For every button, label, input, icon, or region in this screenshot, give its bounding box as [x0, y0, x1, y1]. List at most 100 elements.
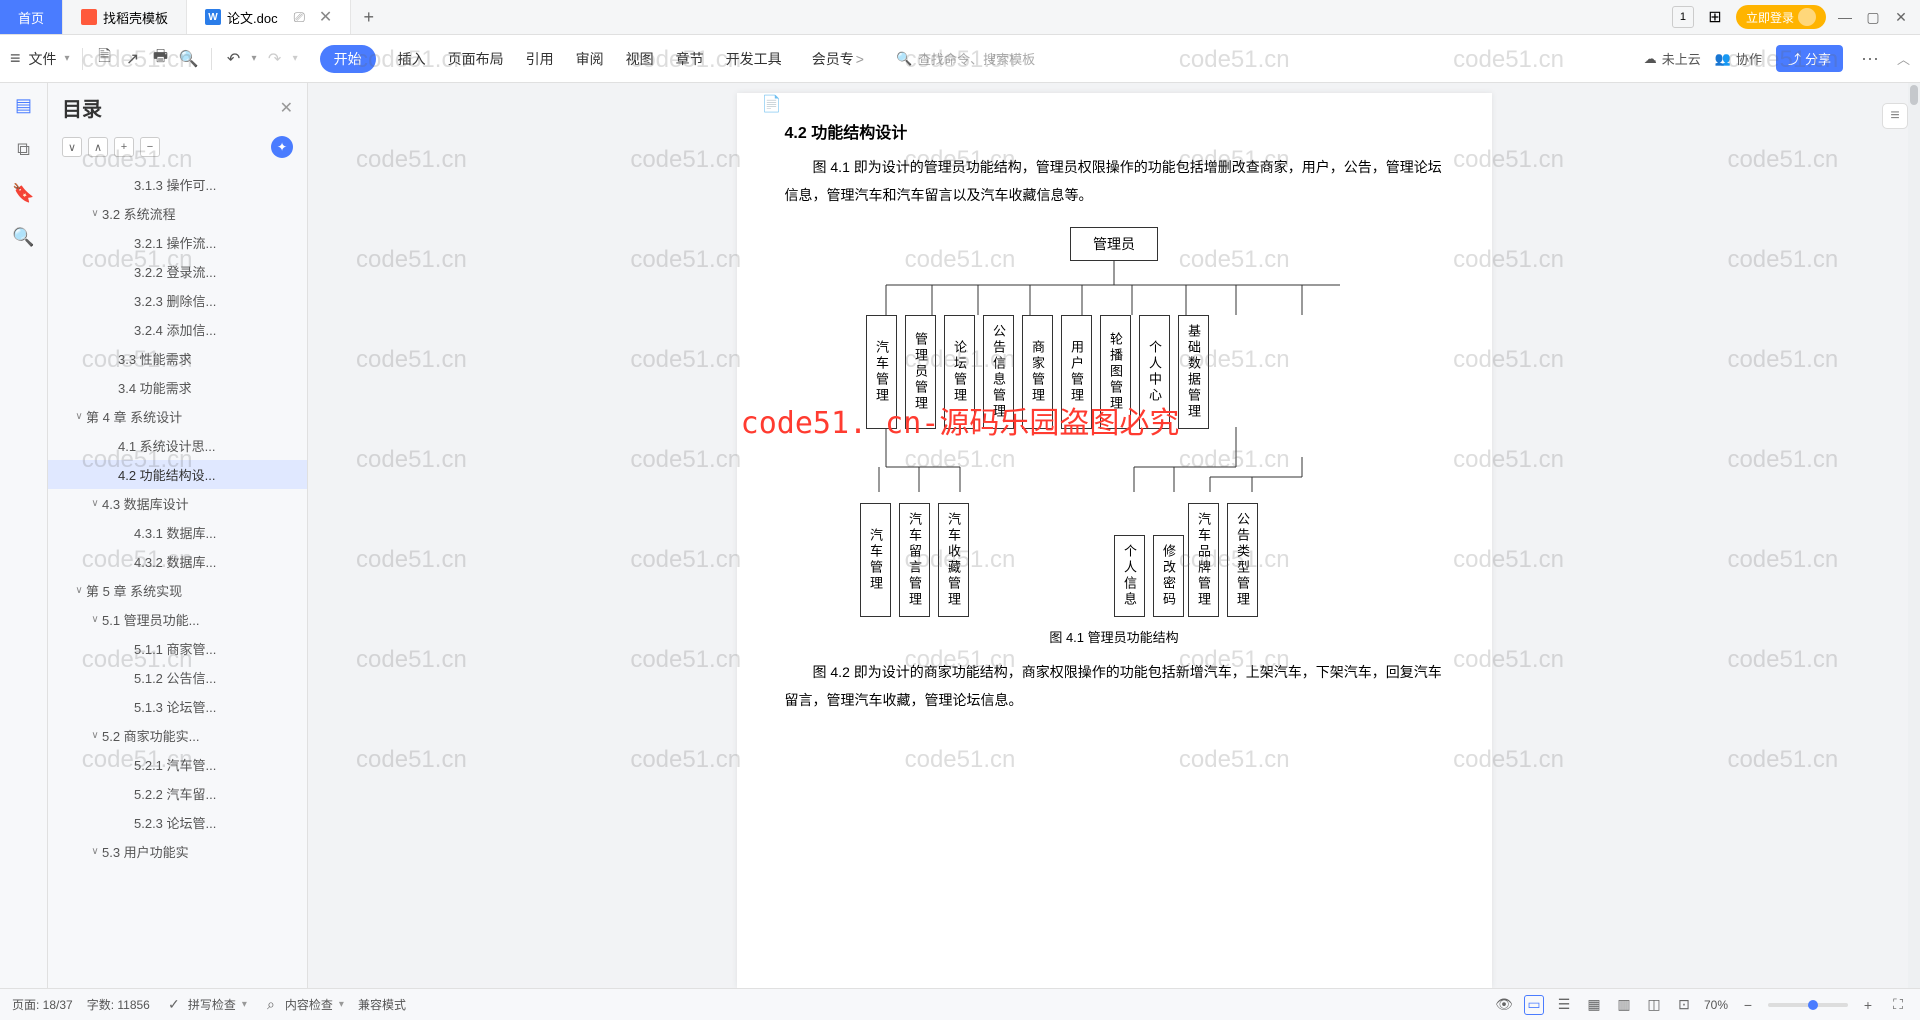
zoom-fit-icon[interactable]: ⊡ [1674, 995, 1694, 1015]
outline-item[interactable]: ∨3.2 系统流程 [48, 199, 307, 228]
outline-item[interactable]: 3.2.2 登录流... [48, 257, 307, 286]
outline-item[interactable]: 4.3.1 数据库... [48, 518, 307, 547]
search-icon[interactable]: 🔍 [12, 225, 36, 249]
outline-item[interactable]: ∨4.3 数据库设计 [48, 489, 307, 518]
tab-home[interactable]: 首页 [0, 0, 63, 34]
outline-item[interactable]: 5.2.1 汽车管... [48, 750, 307, 779]
fullscreen-icon[interactable]: ⛶ [1888, 995, 1908, 1015]
apps-grid-icon[interactable]: ⊞ [1704, 6, 1726, 28]
scrollbar[interactable] [1908, 83, 1920, 988]
document-area[interactable]: ≡ 📄 4.2 功能结构设计 图 4.1 即为设计的管理员功能结构，管理员权限操… [308, 83, 1920, 988]
export-icon[interactable]: ↗ [123, 49, 143, 69]
outline-item[interactable]: 3.4 功能需求 [48, 373, 307, 402]
diagram-node: 个人信息 [1114, 535, 1145, 617]
content-check-button[interactable]: ⌕ 内容检查▾ [261, 995, 344, 1015]
chevron-up-icon[interactable]: ︿ [1897, 49, 1910, 68]
panel-toggle-icon[interactable]: ≡ [1882, 103, 1908, 129]
collapse-all-icon[interactable]: ∨ [62, 137, 82, 157]
page-icon[interactable]: 📄 [761, 93, 783, 115]
view-page-icon[interactable]: ▭ [1524, 995, 1544, 1015]
save-icon[interactable]: 🗎 [95, 49, 115, 69]
zoom-level[interactable]: 70% [1704, 998, 1728, 1012]
ribbon-tab-1[interactable]: 插入 [398, 49, 426, 69]
outline-item[interactable]: 3.2.1 操作流... [48, 228, 307, 257]
tab-template[interactable]: 找稻壳模板 [63, 0, 187, 34]
window-close-icon[interactable]: ✕ [1892, 8, 1910, 26]
zoom-in-icon[interactable]: + [1858, 995, 1878, 1015]
ribbon-tab-6[interactable]: 章节 [676, 49, 704, 69]
device-icon[interactable]: ⎚ [294, 9, 305, 26]
outline-item[interactable]: 3.1.3 操作可... [48, 170, 307, 199]
view-read-icon[interactable]: ▥ [1614, 995, 1634, 1015]
collab-button[interactable]: 👥 协作 [1715, 49, 1762, 68]
ai-badge-icon[interactable]: ✦ [271, 136, 293, 158]
outline-item[interactable]: ∨5.3 用户功能实 [48, 837, 307, 866]
compat-mode-label[interactable]: 兼容模式 [358, 996, 406, 1013]
section-heading: 4.2 功能结构设计 [785, 119, 1444, 143]
view-web-icon[interactable]: ▦ [1584, 995, 1604, 1015]
redo-icon[interactable]: ↷ [265, 49, 285, 69]
expand-all-icon[interactable]: ∧ [88, 137, 108, 157]
print-icon[interactable]: 🖶 [151, 49, 171, 69]
outline-item[interactable]: 4.1 系统设计思... [48, 431, 307, 460]
scrollbar-thumb[interactable] [1910, 85, 1918, 105]
zoom-slider[interactable] [1768, 1003, 1848, 1007]
view-outline-icon[interactable]: ☰ [1554, 995, 1574, 1015]
outline-item[interactable]: 4.2 功能结构设... [48, 460, 307, 489]
outline-item[interactable]: 5.1.1 商家管... [48, 634, 307, 663]
diagram-node: 修改密码 [1153, 535, 1184, 617]
ribbon-tab-4[interactable]: 审阅 [576, 49, 604, 69]
diagram-node: 汽车收藏管理 [938, 503, 969, 617]
remove-item-icon[interactable]: − [140, 137, 160, 157]
word-count[interactable]: 字数: 11856 [87, 996, 150, 1013]
file-menu[interactable]: 文件 [29, 49, 57, 69]
add-item-icon[interactable]: + [114, 137, 134, 157]
outline-item[interactable]: ∨第 5 章 系统实现 [48, 576, 307, 605]
cloud-status[interactable]: ☁ 未上云 [1644, 49, 1701, 68]
outline-item[interactable]: 3.3 性能需求 [48, 344, 307, 373]
diagram-node: 汽车品牌管理 [1188, 503, 1219, 617]
panel-toggle-icon[interactable]: 1 [1672, 6, 1694, 28]
undo-icon[interactable]: ↶ [224, 49, 244, 69]
outline-item[interactable]: 5.2.3 论坛管... [48, 808, 307, 837]
leftbar: ▤ ⧉ 🔖 🔍 [0, 83, 48, 988]
command-search[interactable]: 🔍 查找命令、搜索模板 [896, 49, 1035, 68]
tab-add-button[interactable]: + [351, 0, 386, 34]
outline-item[interactable]: 3.2.3 删除信... [48, 286, 307, 315]
outline-item[interactable]: 5.1.3 论坛管... [48, 692, 307, 721]
outline-item[interactable]: 3.2.4 添加信... [48, 315, 307, 344]
close-icon[interactable]: ✕ [319, 7, 332, 27]
share-button[interactable]: ⤴ 分享 [1776, 45, 1843, 72]
outline-tree[interactable]: 3.1.3 操作可...∨3.2 系统流程3.2.1 操作流...3.2.2 登… [48, 166, 307, 988]
diagram-row: 汽车管理管理员管理论坛管理公告信息管理商家管理用户管理轮播图管理个人中心基础数据… [866, 315, 1209, 429]
outline-item[interactable]: ∨第 4 章 系统设计 [48, 402, 307, 431]
outline-item[interactable]: ∨5.1 管理员功能... [48, 605, 307, 634]
eye-icon[interactable]: 👁 [1494, 995, 1514, 1015]
ribbon-tab-5[interactable]: 视图 [626, 49, 654, 69]
outline-item[interactable]: 4.3.2 数据库... [48, 547, 307, 576]
more-icon[interactable]: ··· [1861, 48, 1879, 69]
search-icon: 🔍 [896, 51, 912, 67]
minimize-icon[interactable]: — [1836, 8, 1854, 26]
zoom-out-icon[interactable]: − [1738, 995, 1758, 1015]
page-indicator[interactable]: 页面: 18/37 [12, 996, 73, 1013]
spellcheck-button[interactable]: ✓ 拼写检查▾ [164, 995, 247, 1015]
tab-document[interactable]: W 论文.doc ⎚ ✕ [187, 0, 351, 34]
outline-item[interactable]: ∨5.2 商家功能实... [48, 721, 307, 750]
outline-item[interactable]: 5.1.2 公告信... [48, 663, 307, 692]
bookmark-icon[interactable]: 🔖 [12, 181, 36, 205]
ribbon-tab-7[interactable]: 开发工具 [726, 49, 782, 69]
maximize-icon[interactable]: ▢ [1864, 8, 1882, 26]
ruler-icon[interactable]: ◫ [1644, 995, 1664, 1015]
close-icon[interactable]: ✕ [280, 98, 293, 118]
clone-icon[interactable]: ⧉ [12, 137, 36, 161]
ribbon-tab-2[interactable]: 页面布局 [448, 49, 504, 69]
ribbon-tab-0[interactable]: 开始 [320, 45, 376, 73]
outline-item[interactable]: 5.2.2 汽车留... [48, 779, 307, 808]
outline-icon[interactable]: ▤ [12, 93, 36, 117]
menu-icon[interactable]: ≡ [10, 48, 21, 69]
preview-icon[interactable]: 🔍 [179, 49, 199, 69]
ribbon-tab-8[interactable]: 会员专 [804, 49, 864, 69]
login-button[interactable]: 立即登录 [1736, 5, 1826, 29]
ribbon-tab-3[interactable]: 引用 [526, 49, 554, 69]
